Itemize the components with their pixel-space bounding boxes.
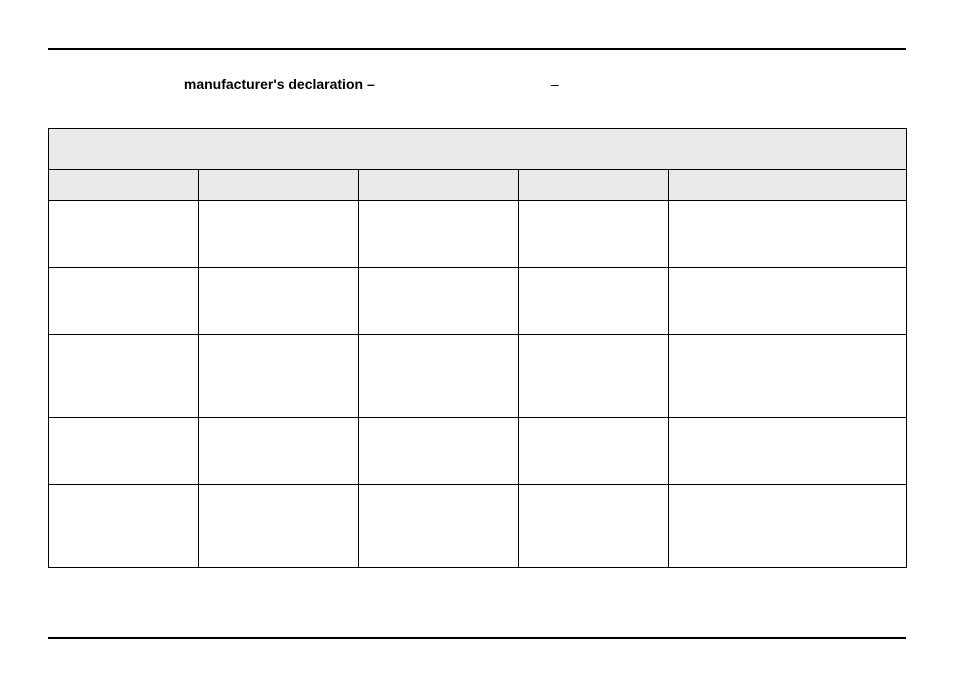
cell — [669, 268, 907, 335]
declaration-table — [48, 128, 906, 568]
cell — [359, 268, 519, 335]
cell — [519, 418, 669, 485]
cell — [359, 335, 519, 418]
table-column-row — [49, 170, 907, 201]
cell — [199, 335, 359, 418]
cell — [199, 485, 359, 568]
cell — [669, 418, 907, 485]
table-row — [49, 335, 907, 418]
cell — [359, 201, 519, 268]
cell — [49, 335, 199, 418]
cell — [669, 485, 907, 568]
bottom-rule — [48, 637, 906, 639]
cell — [49, 485, 199, 568]
cell — [199, 418, 359, 485]
table-header — [49, 129, 907, 170]
cell — [669, 201, 907, 268]
cell — [199, 268, 359, 335]
cell — [199, 201, 359, 268]
page: manufacturer's declaration – – — [0, 0, 954, 675]
col-5 — [669, 170, 907, 201]
col-3 — [359, 170, 519, 201]
cell — [519, 201, 669, 268]
cell — [359, 485, 519, 568]
table-row — [49, 201, 907, 268]
cell — [359, 418, 519, 485]
table-row — [49, 485, 907, 568]
col-4 — [519, 170, 669, 201]
page-title: manufacturer's declaration – – — [48, 76, 906, 92]
table-header-row — [49, 129, 907, 170]
cell — [519, 485, 669, 568]
col-1 — [49, 170, 199, 201]
cell — [49, 268, 199, 335]
top-rule — [48, 48, 906, 50]
cell — [669, 335, 907, 418]
cell — [519, 268, 669, 335]
cell — [519, 335, 669, 418]
cell — [49, 201, 199, 268]
title-prefix: manufacturer's declaration – — [184, 76, 375, 92]
title-dash: – — [379, 76, 559, 92]
table-row — [49, 268, 907, 335]
table-row — [49, 418, 907, 485]
col-2 — [199, 170, 359, 201]
cell — [49, 418, 199, 485]
